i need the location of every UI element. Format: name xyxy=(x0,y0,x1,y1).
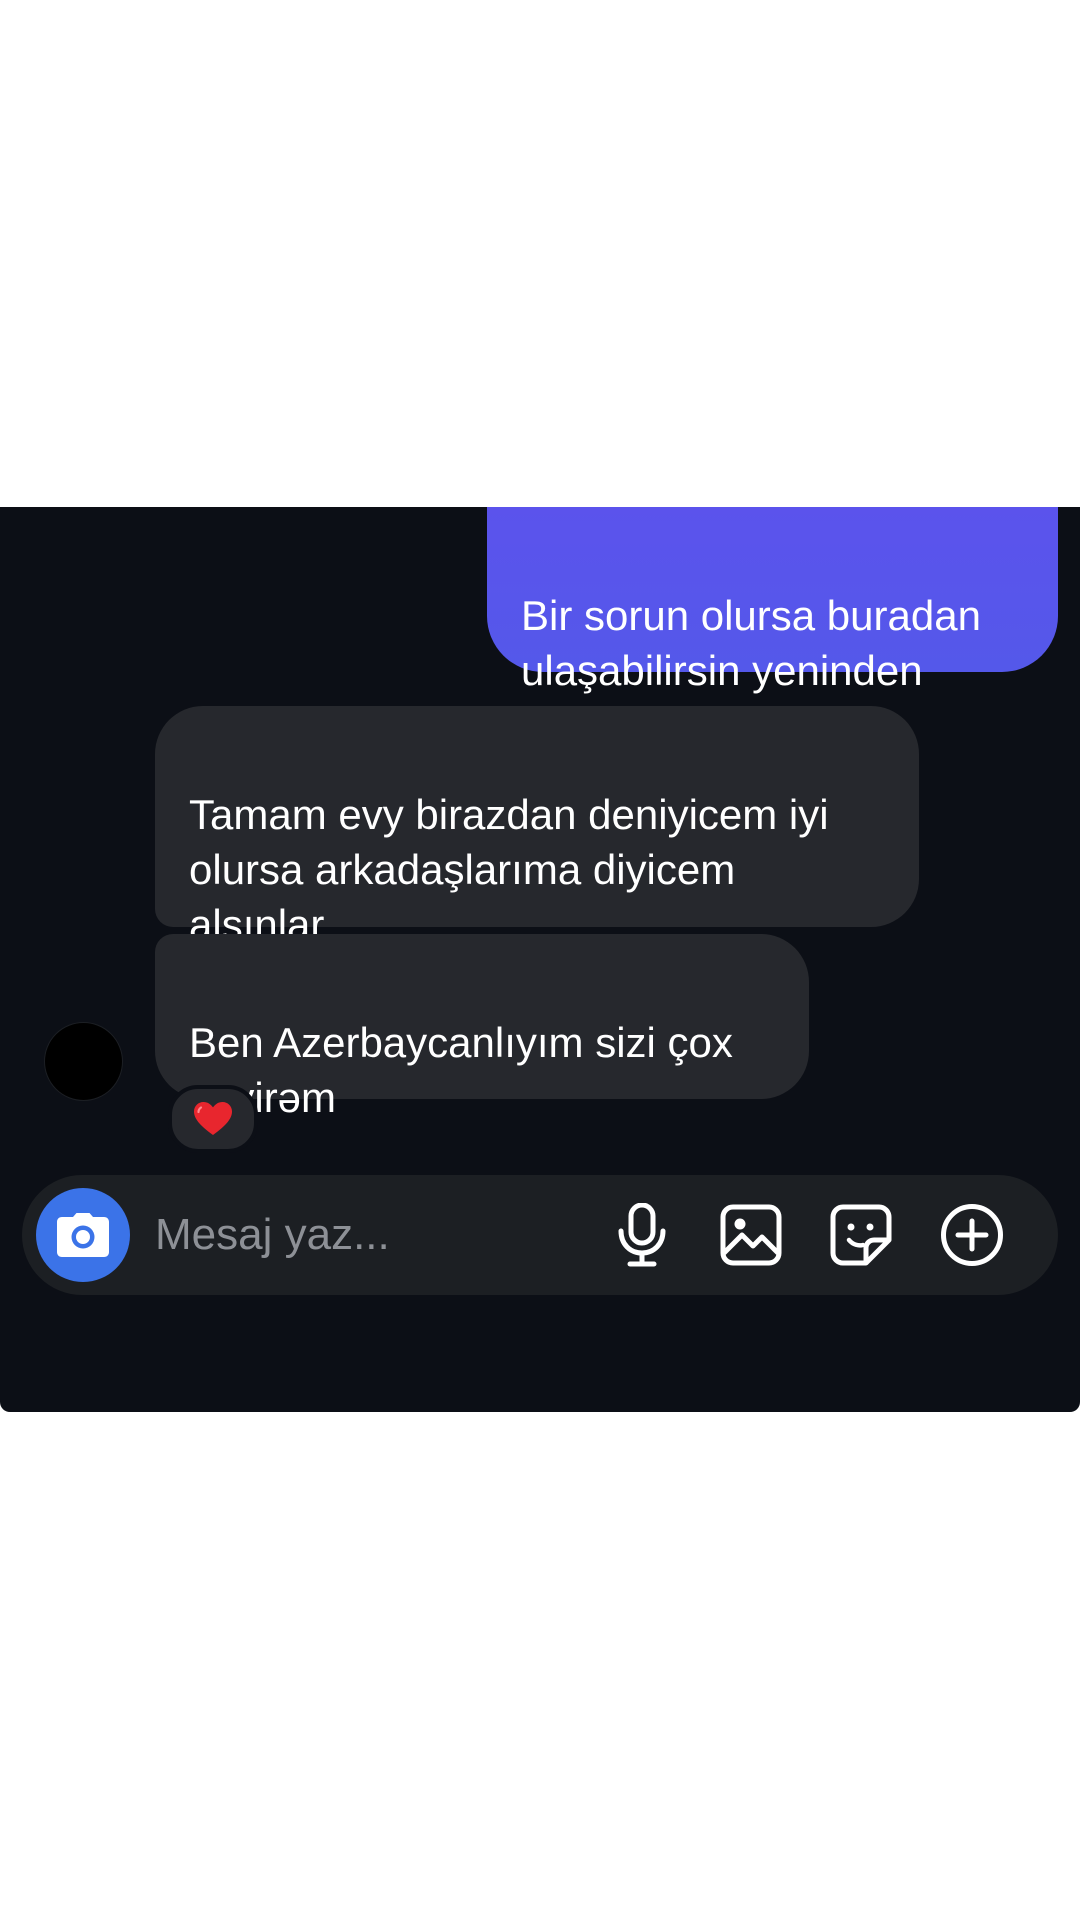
gallery-button[interactable] xyxy=(718,1202,784,1268)
received-message-bubble[interactable]: Tamam evy birazdan deniyicem iyi olursa … xyxy=(155,706,919,948)
avatar[interactable] xyxy=(44,1022,123,1101)
sent-message-text: Bir sorun olursa buradan ulaşabilirsin y… xyxy=(521,592,981,694)
microphone-icon xyxy=(618,1203,666,1267)
received-message-bubble[interactable]: Ben Azerbaycanlıyım sizi çox sevirəm xyxy=(155,934,809,1121)
sent-message-bubble[interactable]: Bir sorun olursa buradan ulaşabilirsin y… xyxy=(487,507,1058,694)
heart-icon xyxy=(194,1102,232,1135)
plus-circle-icon xyxy=(941,1204,1003,1266)
message-composer xyxy=(22,1175,1058,1295)
received-message-text: Ben Azerbaycanlıyım sizi çox sevirəm xyxy=(189,1019,733,1121)
sticker-button[interactable] xyxy=(828,1202,894,1268)
more-options-button[interactable] xyxy=(939,1202,1005,1268)
camera-button[interactable] xyxy=(36,1188,130,1282)
camera-icon xyxy=(57,1213,109,1257)
message-input[interactable] xyxy=(155,1203,585,1267)
microphone-button[interactable] xyxy=(609,1202,675,1268)
sticker-icon xyxy=(830,1204,892,1266)
gallery-icon xyxy=(720,1204,782,1266)
chat-panel: Bir sorun olursa buradan ulaşabilirsin y… xyxy=(0,507,1080,1412)
received-message-text: Tamam evy birazdan deniyicem iyi olursa … xyxy=(189,791,829,948)
reaction-badge[interactable] xyxy=(168,1085,258,1153)
